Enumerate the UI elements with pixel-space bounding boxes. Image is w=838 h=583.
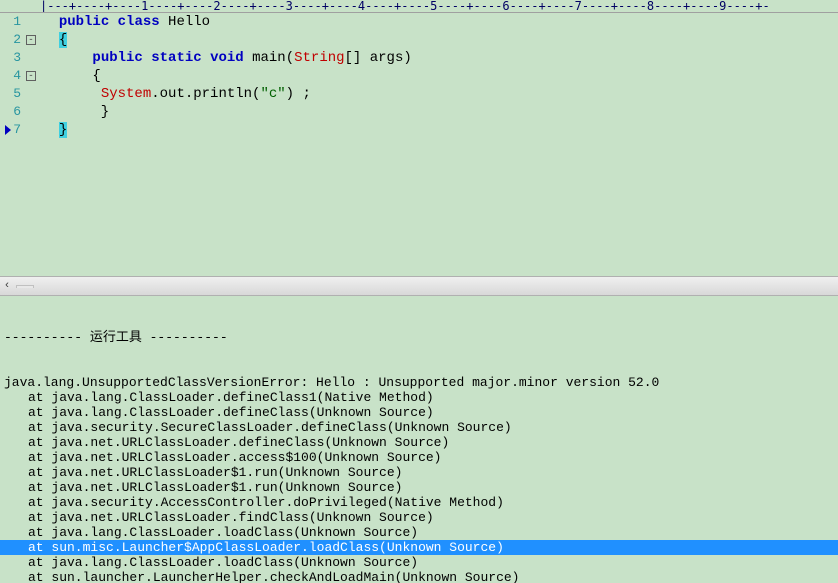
console-line[interactable]: at java.lang.ClassLoader.defineClass(Unk… — [0, 405, 838, 420]
console-line-highlighted[interactable]: at sun.misc.Launcher$AppClassLoader.load… — [0, 540, 838, 555]
ruler: |---+----+----1----+----2----+----3----+… — [0, 0, 838, 13]
code-line[interactable]: { — [42, 31, 838, 49]
tab-blank[interactable] — [16, 285, 34, 288]
editor-pane[interactable]: 12-34-567 public class Hello { public st… — [0, 13, 838, 276]
line-number: 7 — [13, 121, 23, 139]
line-number: 3 — [13, 49, 23, 67]
console-line[interactable]: at java.lang.ClassLoader.loadClass(Unkno… — [0, 555, 838, 570]
gutter-row: 1 — [0, 13, 36, 31]
console-line[interactable]: at java.net.URLClassLoader$1.run(Unknown… — [0, 480, 838, 495]
cursor-arrow-icon — [5, 125, 11, 135]
console-line[interactable]: at java.net.URLClassLoader$1.run(Unknown… — [0, 465, 838, 480]
gutter-row: 6 — [0, 103, 36, 121]
line-number: 5 — [13, 85, 23, 103]
gutter: 12-34-567 — [0, 13, 38, 276]
line-number: 4 — [13, 67, 23, 85]
console-line[interactable]: at java.net.URLClassLoader.findClass(Unk… — [0, 510, 838, 525]
console-line[interactable]: at java.net.URLClassLoader.defineClass(U… — [0, 435, 838, 450]
gutter-row: 4- — [0, 67, 36, 85]
line-number: 2 — [13, 31, 23, 49]
console-line[interactable]: java.lang.UnsupportedClassVersionError: … — [0, 375, 838, 390]
code-area[interactable]: public class Hello { public static void … — [38, 13, 838, 276]
gutter-row: 7 — [0, 121, 36, 139]
fold-icon[interactable]: - — [26, 35, 36, 45]
console-line[interactable]: at java.net.URLClassLoader.access$100(Un… — [0, 450, 838, 465]
code-line[interactable]: System.out.println("c") ; — [42, 85, 838, 103]
fold-icon[interactable]: - — [26, 71, 36, 81]
code-line[interactable]: } — [42, 121, 838, 139]
console-header: ---------- 运行工具 ---------- — [0, 330, 838, 345]
code-line[interactable]: { — [42, 67, 838, 85]
code-line[interactable]: public class Hello — [42, 13, 838, 31]
console-line[interactable]: at java.security.AccessController.doPriv… — [0, 495, 838, 510]
tab-scroll-left[interactable]: ‹ — [0, 279, 14, 293]
code-line[interactable]: } — [42, 103, 838, 121]
tab-bar: ‹ — [0, 276, 838, 296]
line-number: 1 — [13, 13, 23, 31]
line-number: 6 — [13, 103, 23, 121]
console-line[interactable]: at java.lang.ClassLoader.loadClass(Unkno… — [0, 525, 838, 540]
code-line[interactable]: public static void main(String[] args) — [42, 49, 838, 67]
console-pane[interactable]: ---------- 运行工具 ---------- java.lang.Uns… — [0, 296, 838, 583]
console-line[interactable]: at java.security.SecureClassLoader.defin… — [0, 420, 838, 435]
gutter-row: 3 — [0, 49, 36, 67]
console-line[interactable]: at sun.launcher.LauncherHelper.checkAndL… — [0, 570, 838, 583]
gutter-row: 5 — [0, 85, 36, 103]
console-line[interactable]: at java.lang.ClassLoader.defineClass1(Na… — [0, 390, 838, 405]
gutter-row: 2- — [0, 31, 36, 49]
